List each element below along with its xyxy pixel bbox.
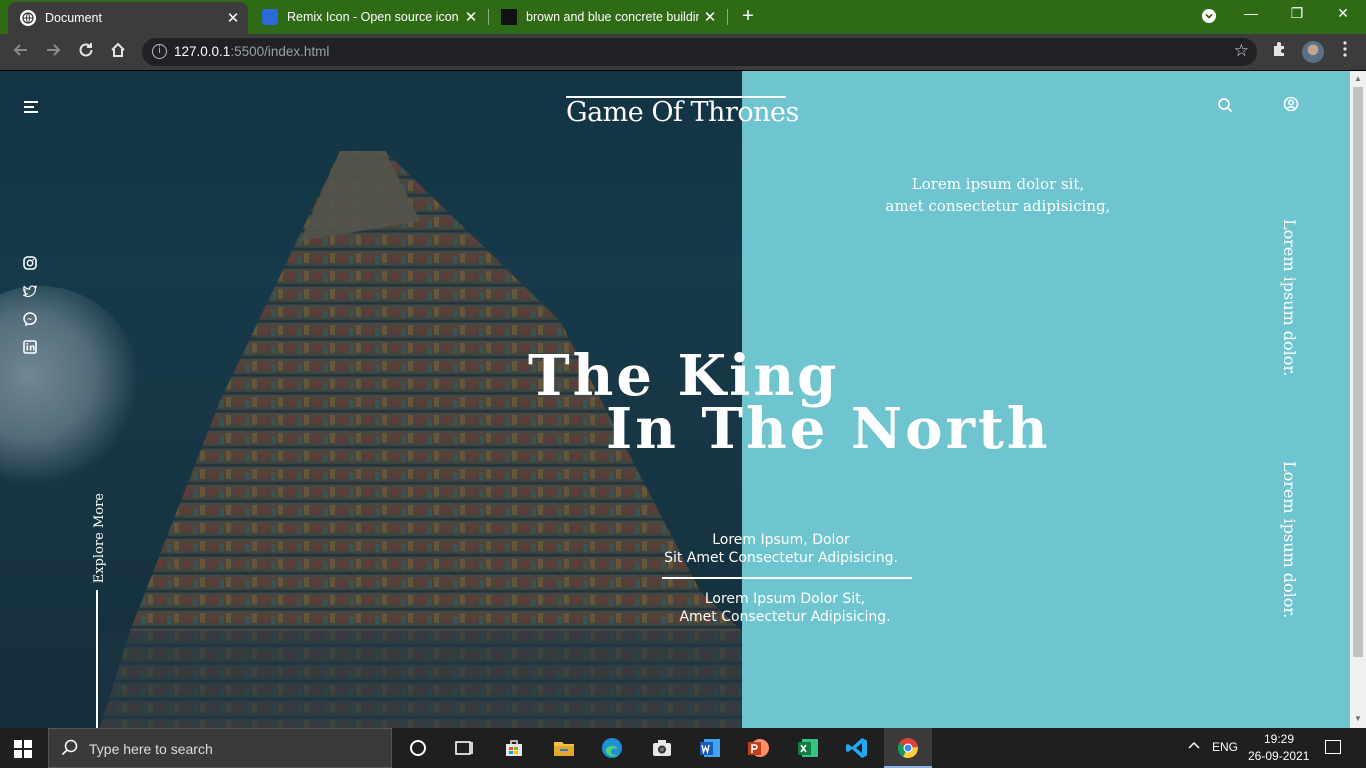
language-indicator[interactable]: ENG — [1212, 740, 1238, 754]
chevron-down-icon — [1202, 9, 1216, 23]
right-quote-line1: Lorem ipsum dolor sit, — [911, 175, 1085, 193]
instagram-icon[interactable] — [23, 256, 37, 270]
scroll-down-icon[interactable]: ▼ — [1353, 714, 1363, 724]
url-host: 127.0.0.1 — [174, 44, 231, 59]
caption-bottom-line2: Amet Consectetur Adipisicing. — [679, 609, 891, 625]
home-icon — [111, 42, 125, 57]
profile-avatar[interactable] — [1302, 41, 1324, 63]
word-icon[interactable] — [698, 736, 722, 760]
vertical-text-top: Lorem ipsum dolor. — [1280, 219, 1299, 377]
url-path: :5500/index.html — [230, 44, 330, 59]
bookmark-star-icon[interactable]: ☆ — [1234, 41, 1249, 61]
page-viewport: ▲ ▼ Game Of Thrones Lorem ipsum dolor si… — [0, 71, 1366, 728]
hero-title-line2: In The North — [606, 396, 1051, 462]
tab-search-button[interactable] — [1194, 8, 1224, 27]
vscode-icon[interactable] — [845, 736, 869, 760]
tab-separator — [727, 9, 728, 25]
browser-tab-bar: Document ✕ Remix Icon - Open source icon… — [0, 0, 1366, 34]
right-quote: Lorem ipsum dolor sit, amet consectetur … — [870, 173, 1126, 217]
caption-top: Lorem Ipsum, Dolor Sit Amet Consectetur … — [656, 531, 906, 567]
notifications-icon[interactable] — [1325, 740, 1341, 754]
restore-button[interactable]: ❐ — [1282, 5, 1312, 22]
camera-icon[interactable] — [650, 736, 674, 760]
cortana-icon[interactable] — [406, 736, 430, 760]
windows-taskbar: Type here to search ENG 19:29 26-09-2021 — [0, 728, 1366, 768]
tab-remix-icon[interactable]: Remix Icon - Open source icon lib ✕ — [250, 0, 486, 34]
new-tab-button[interactable]: + — [737, 5, 759, 28]
explore-more-link[interactable]: Explore More — [92, 493, 107, 583]
forward-button[interactable] — [42, 41, 64, 63]
file-explorer-icon[interactable] — [552, 736, 576, 760]
more-vertical-icon — [1343, 41, 1347, 57]
unsplash-logo-icon — [501, 9, 517, 25]
home-button[interactable] — [107, 41, 129, 63]
store-icon[interactable] — [502, 736, 526, 760]
twitter-icon[interactable] — [21, 284, 37, 298]
extensions-button[interactable] — [1269, 41, 1291, 63]
reload-button[interactable] — [75, 41, 97, 63]
arrow-left-icon — [13, 44, 27, 56]
caption-divider — [662, 577, 912, 579]
caption-bottom-line1: Lorem Ipsum Dolor Sit, — [704, 591, 866, 607]
search-icon — [61, 739, 79, 757]
tray-chevron-icon[interactable] — [1188, 740, 1200, 755]
tab-unsplash[interactable]: brown and blue concrete building ✕ — [489, 0, 725, 34]
tab-title: Remix Icon - Open source icon lib — [287, 10, 460, 24]
menu-icon[interactable] — [24, 101, 38, 113]
explore-line — [96, 590, 98, 728]
page-scrollbar[interactable]: ▲ ▼ — [1350, 71, 1366, 728]
messenger-icon[interactable] — [23, 312, 37, 327]
user-icon[interactable] — [1283, 96, 1299, 112]
linkedin-icon[interactable] — [23, 340, 37, 354]
tab-title: brown and blue concrete building — [526, 10, 699, 24]
task-view-icon[interactable] — [452, 736, 476, 760]
site-logo[interactable]: Game Of Thrones — [566, 97, 799, 128]
remix-icon-logo-icon — [262, 9, 278, 25]
address-bar[interactable]: i 127.0.0.1:5500/index.html ☆ — [142, 38, 1257, 66]
arrow-right-icon — [47, 44, 61, 56]
clock-date[interactable]: 26-09-2021 — [1248, 749, 1309, 763]
back-button[interactable] — [10, 41, 32, 63]
caption-top-line1: Lorem Ipsum, Dolor — [712, 532, 850, 548]
close-tab-icon[interactable]: ✕ — [699, 8, 721, 26]
taskbar-search[interactable]: Type here to search — [48, 728, 392, 768]
clock-time[interactable]: 19:29 — [1264, 732, 1294, 746]
close-window-button[interactable]: ✕ — [1328, 5, 1358, 22]
scroll-up-icon[interactable]: ▲ — [1353, 74, 1363, 84]
chrome-icon[interactable] — [896, 736, 920, 760]
close-tab-icon[interactable]: ✕ — [222, 9, 244, 27]
edge-icon[interactable] — [600, 736, 624, 760]
minimize-button[interactable]: — — [1236, 5, 1266, 21]
info-icon[interactable]: i — [152, 44, 167, 59]
windows-start-icon[interactable] — [14, 740, 32, 758]
reload-icon — [79, 43, 93, 57]
browser-menu-button[interactable] — [1334, 41, 1356, 63]
search-placeholder: Type here to search — [89, 741, 213, 757]
scroll-thumb[interactable] — [1353, 87, 1363, 657]
tab-document[interactable]: Document ✕ — [8, 2, 248, 34]
browser-toolbar: i 127.0.0.1:5500/index.html ☆ — [0, 34, 1366, 70]
close-tab-icon[interactable]: ✕ — [460, 8, 482, 26]
globe-icon — [20, 10, 36, 26]
powerpoint-icon[interactable] — [746, 736, 770, 760]
caption-top-line2: Sit Amet Consectetur Adipisicing. — [664, 550, 898, 566]
puzzle-icon — [1274, 42, 1284, 56]
caption-bottom: Lorem Ipsum Dolor Sit, Amet Consectetur … — [660, 590, 910, 626]
search-icon[interactable] — [1217, 97, 1233, 113]
url-text: 127.0.0.1:5500/index.html — [174, 44, 329, 59]
vertical-text-bottom: Lorem ipsum dolor. — [1280, 461, 1299, 619]
right-quote-line2: amet consectetur adipisicing, — [885, 197, 1111, 215]
tab-title: Document — [45, 11, 102, 25]
excel-icon[interactable] — [796, 736, 820, 760]
